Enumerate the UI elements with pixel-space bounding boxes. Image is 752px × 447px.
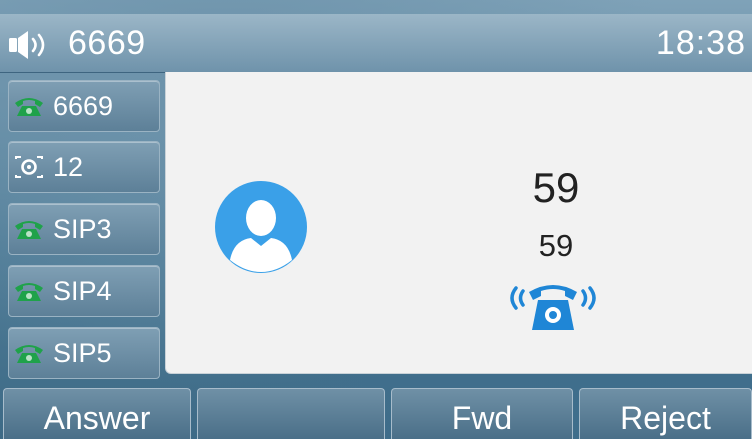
status-clock: 18:38	[655, 24, 746, 62]
contact-avatar-icon	[215, 181, 307, 273]
line-key-sip3[interactable]: SIP3	[8, 203, 160, 255]
caller-number: 59	[538, 228, 574, 263]
line-key-6669[interactable]: 6669	[8, 80, 160, 132]
phone-handset-icon	[15, 345, 43, 363]
empty-softkey[interactable]	[197, 388, 385, 439]
ringing-phone-icon	[510, 285, 596, 330]
phone-screen: 6669 18:38 6669 12 SIP3 SIP4 SIP5 59 59 …	[0, 0, 752, 439]
answer-softkey[interactable]: Answer	[3, 388, 191, 439]
line-key-12[interactable]: 12	[8, 141, 160, 193]
speaker-volume-icon	[9, 31, 45, 59]
forward-softkey[interactable]: Fwd	[391, 388, 573, 439]
line-key-label: 6669	[53, 91, 114, 121]
focus-target-icon	[15, 156, 43, 178]
status-line-number: 6669	[68, 24, 146, 62]
incoming-call-panel: 59 59	[165, 72, 752, 374]
phone-handset-icon	[15, 98, 43, 116]
line-key-label: SIP4	[53, 276, 112, 306]
line-key-label: SIP3	[53, 214, 112, 244]
phone-handset-icon	[15, 221, 43, 239]
phone-handset-icon	[15, 283, 43, 301]
line-key-label: 12	[53, 152, 84, 182]
line-key-label: SIP5	[53, 338, 112, 368]
caller-name: 59	[532, 164, 580, 211]
line-key-sip4[interactable]: SIP4	[8, 265, 160, 317]
reject-softkey[interactable]: Reject	[579, 388, 752, 439]
status-bar: 6669 18:38	[0, 14, 752, 73]
line-key-sip5[interactable]: SIP5	[8, 327, 160, 379]
